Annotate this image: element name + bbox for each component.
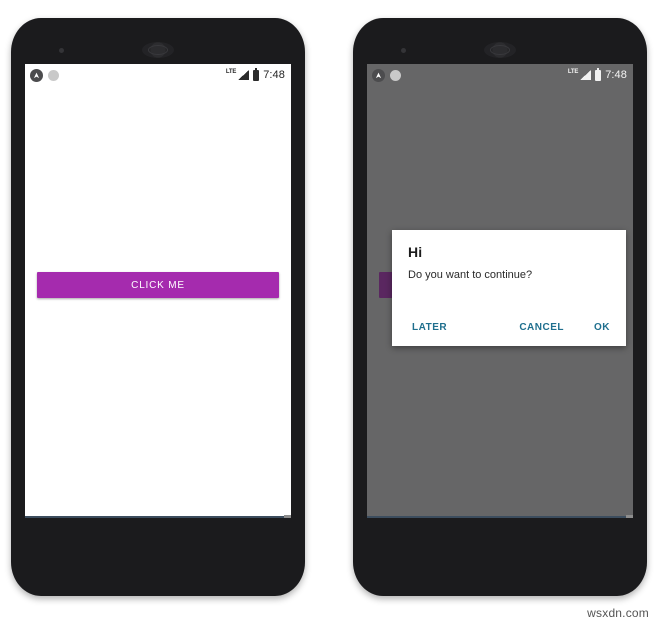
dialog-message: Do you want to continue? xyxy=(408,269,533,281)
screen-bottom-edge-right xyxy=(367,515,633,518)
front-camera-icon xyxy=(401,48,406,53)
network-type-label: LTE xyxy=(225,69,237,75)
clock-label-right: 7:48 xyxy=(605,69,627,81)
status-bar-right: LTE 7:48 xyxy=(367,64,633,86)
phone-device-right: LTE 7:48 CLICK ME Hi Do you want to cont… xyxy=(353,18,647,596)
dialog-later-button[interactable]: LATER xyxy=(408,319,451,336)
signal-bars-icon xyxy=(238,70,250,80)
battery-full-icon xyxy=(595,67,602,81)
status-bar-system-left: LTE 7:48 xyxy=(225,67,285,81)
signal-bars-icon xyxy=(580,70,592,80)
status-bar-left: LTE 7:48 xyxy=(25,64,291,86)
earpiece-speaker-icon xyxy=(484,42,516,58)
app-content-left: CLICK ME xyxy=(25,86,291,516)
screen-bottom-edge-left xyxy=(25,515,291,518)
circle-dot-icon xyxy=(48,69,59,81)
battery-full-icon xyxy=(253,67,260,81)
caret-badge-icon xyxy=(30,68,43,82)
status-bar-notifications-left xyxy=(30,68,59,82)
dialog-ok-button[interactable]: OK xyxy=(590,319,614,336)
watermark: wsxdn.com xyxy=(587,606,649,620)
circle-dot-icon xyxy=(390,69,401,81)
phone-device-left: LTE 7:48 CLICK ME xyxy=(11,18,305,596)
screen-right: LTE 7:48 CLICK ME Hi Do you want to cont… xyxy=(367,64,633,516)
dialog-title: Hi xyxy=(408,244,423,260)
front-camera-icon xyxy=(59,48,64,53)
earpiece-speaker-icon xyxy=(142,42,174,58)
caret-badge-icon xyxy=(372,68,385,82)
app-content-right-scrim: CLICK ME Hi Do you want to continue? LAT… xyxy=(367,86,633,516)
screen-left: LTE 7:48 CLICK ME xyxy=(25,64,291,516)
alert-dialog: Hi Do you want to continue? LATER CANCEL… xyxy=(392,230,626,346)
clock-label-left: 7:48 xyxy=(263,69,285,81)
network-type-label: LTE xyxy=(567,69,579,75)
dialog-cancel-button[interactable]: CANCEL xyxy=(515,319,568,336)
status-bar-notifications-right xyxy=(372,68,401,82)
dialog-action-row: LATER CANCEL OK xyxy=(392,319,626,336)
click-me-button[interactable]: CLICK ME xyxy=(37,272,279,298)
status-bar-system-right: LTE 7:48 xyxy=(567,67,627,81)
